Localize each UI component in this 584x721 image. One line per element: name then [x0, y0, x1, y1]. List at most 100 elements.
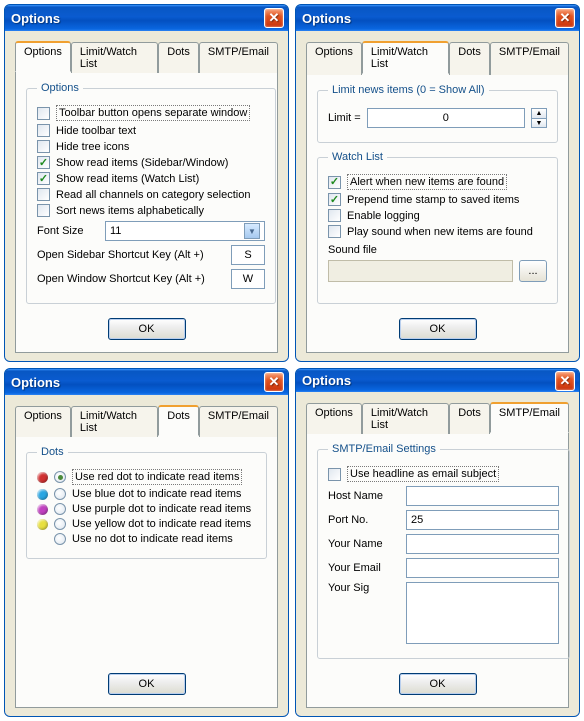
group-dots: Dots	[37, 446, 68, 458]
ok-button[interactable]: OK	[108, 318, 186, 340]
radio-label: Use no dot to indicate read items	[72, 533, 233, 545]
tab-bar: Options Limit/Watch List Dots SMTP/Email	[15, 41, 278, 72]
tab-smtp[interactable]: SMTP/Email	[199, 406, 278, 437]
check-label: Hide tree icons	[56, 141, 129, 153]
sig-label: Your Sig	[328, 582, 400, 594]
radio-label: Use purple dot to indicate read items	[72, 503, 251, 515]
sound-file-input[interactable]	[328, 260, 513, 282]
check-hide-toolbar-text[interactable]	[37, 124, 50, 137]
check-label: Sort news items alphabetically	[56, 205, 204, 217]
purple-dot-icon	[37, 504, 48, 515]
group-options: Options	[37, 82, 83, 94]
tab-options[interactable]: Options	[306, 42, 362, 75]
check-read-all-category[interactable]	[37, 188, 50, 201]
window-limit: Options ✕ Options Limit/Watch List Dots …	[295, 4, 580, 362]
font-size-value: 11	[110, 225, 121, 237]
sig-input[interactable]	[406, 582, 559, 644]
host-label: Host Name	[328, 490, 400, 502]
sidebar-key-label: Open Sidebar Shortcut Key (Alt +)	[37, 249, 225, 261]
browse-button[interactable]: ...	[519, 260, 547, 282]
titlebar[interactable]: Options ✕	[5, 5, 288, 31]
radio-red-dot[interactable]	[54, 471, 66, 483]
check-label: Use headline as email subject	[347, 466, 499, 482]
check-headline-subject[interactable]	[328, 468, 341, 481]
radio-label: Use yellow dot to indicate read items	[72, 518, 251, 530]
window-key-label: Open Window Shortcut Key (Alt +)	[37, 273, 225, 285]
tab-limit[interactable]: Limit/Watch List	[362, 403, 449, 434]
chevron-down-icon[interactable]: ▼	[244, 223, 260, 239]
tab-options[interactable]: Options	[306, 403, 362, 434]
check-prepend-timestamp[interactable]	[328, 193, 341, 206]
host-input[interactable]	[406, 486, 559, 506]
titlebar[interactable]: Options ✕	[5, 369, 288, 395]
ok-button[interactable]: OK	[399, 318, 477, 340]
tab-limit[interactable]: Limit/Watch List	[362, 41, 449, 74]
check-label: Enable logging	[347, 210, 420, 222]
check-enable-logging[interactable]	[328, 209, 341, 222]
tab-smtp[interactable]: SMTP/Email	[490, 42, 569, 75]
close-icon[interactable]: ✕	[264, 372, 284, 392]
check-label: Prepend time stamp to saved items	[347, 194, 519, 206]
check-label: Toolbar button opens separate window	[56, 105, 250, 121]
check-label: Alert when new items are found	[347, 174, 507, 190]
tab-dots[interactable]: Dots	[158, 405, 199, 436]
ok-button[interactable]: OK	[399, 673, 477, 695]
tab-dots[interactable]: Dots	[449, 42, 490, 75]
red-dot-icon	[37, 472, 48, 483]
tab-limit[interactable]: Limit/Watch List	[71, 42, 158, 73]
window-title: Options	[302, 373, 555, 388]
radio-blue-dot[interactable]	[54, 488, 66, 500]
name-input[interactable]	[406, 534, 559, 554]
radio-no-dot[interactable]	[54, 533, 66, 545]
close-icon[interactable]: ✕	[555, 371, 575, 391]
close-icon[interactable]: ✕	[555, 8, 575, 28]
window-dots: Options ✕ Options Limit/Watch List Dots …	[4, 368, 289, 717]
limit-spinner[interactable]: ▲▼	[531, 108, 547, 128]
yellow-dot-icon	[37, 519, 48, 530]
check-toolbar-separate[interactable]	[37, 107, 50, 120]
tab-limit[interactable]: Limit/Watch List	[71, 406, 158, 437]
email-label: Your Email	[328, 562, 400, 574]
name-label: Your Name	[328, 538, 400, 550]
tab-dots[interactable]: Dots	[449, 403, 490, 434]
tab-smtp[interactable]: SMTP/Email	[490, 402, 569, 433]
spinner-down-icon: ▼	[532, 118, 546, 127]
font-size-select[interactable]: 11 ▼	[105, 221, 265, 241]
sidebar-key-input[interactable]	[231, 245, 265, 265]
radio-label: Use blue dot to indicate read items	[72, 488, 241, 500]
tab-dots[interactable]: Dots	[158, 42, 199, 73]
ok-button[interactable]: OK	[108, 673, 186, 695]
check-play-sound[interactable]	[328, 225, 341, 238]
titlebar[interactable]: Options ✕	[296, 5, 579, 31]
check-sort-alpha[interactable]	[37, 204, 50, 217]
group-smtp: SMTP/Email Settings	[328, 443, 440, 455]
sound-file-label: Sound file	[328, 244, 547, 256]
radio-label: Use red dot to indicate read items	[72, 469, 242, 485]
port-label: Port No.	[328, 514, 400, 526]
port-input[interactable]	[406, 510, 559, 530]
check-hide-tree-icons[interactable]	[37, 140, 50, 153]
window-title: Options	[11, 375, 264, 390]
check-alert-new[interactable]	[328, 176, 341, 189]
radio-purple-dot[interactable]	[54, 503, 66, 515]
check-label: Show read items (Sidebar/Window)	[56, 157, 228, 169]
window-key-input[interactable]	[231, 269, 265, 289]
email-input[interactable]	[406, 558, 559, 578]
blue-dot-icon	[37, 489, 48, 500]
font-size-label: Font Size	[37, 225, 99, 237]
check-label: Read all channels on category selection	[56, 189, 250, 201]
tab-smtp[interactable]: SMTP/Email	[199, 42, 278, 73]
radio-yellow-dot[interactable]	[54, 518, 66, 530]
check-label: Play sound when new items are found	[347, 226, 533, 238]
check-show-read-sidebar[interactable]	[37, 156, 50, 169]
close-icon[interactable]: ✕	[264, 8, 284, 28]
tab-options[interactable]: Options	[15, 406, 71, 437]
limit-label: Limit =	[328, 112, 361, 124]
check-label: Hide toolbar text	[56, 125, 136, 137]
tab-options[interactable]: Options	[15, 41, 71, 72]
window-options: Options ✕ Options Limit/Watch List Dots …	[4, 4, 289, 362]
window-smtp: Options ✕ Options Limit/Watch List Dots …	[295, 368, 580, 717]
limit-input[interactable]	[367, 108, 525, 128]
titlebar[interactable]: Options ✕	[296, 369, 579, 392]
check-show-read-watchlist[interactable]	[37, 172, 50, 185]
